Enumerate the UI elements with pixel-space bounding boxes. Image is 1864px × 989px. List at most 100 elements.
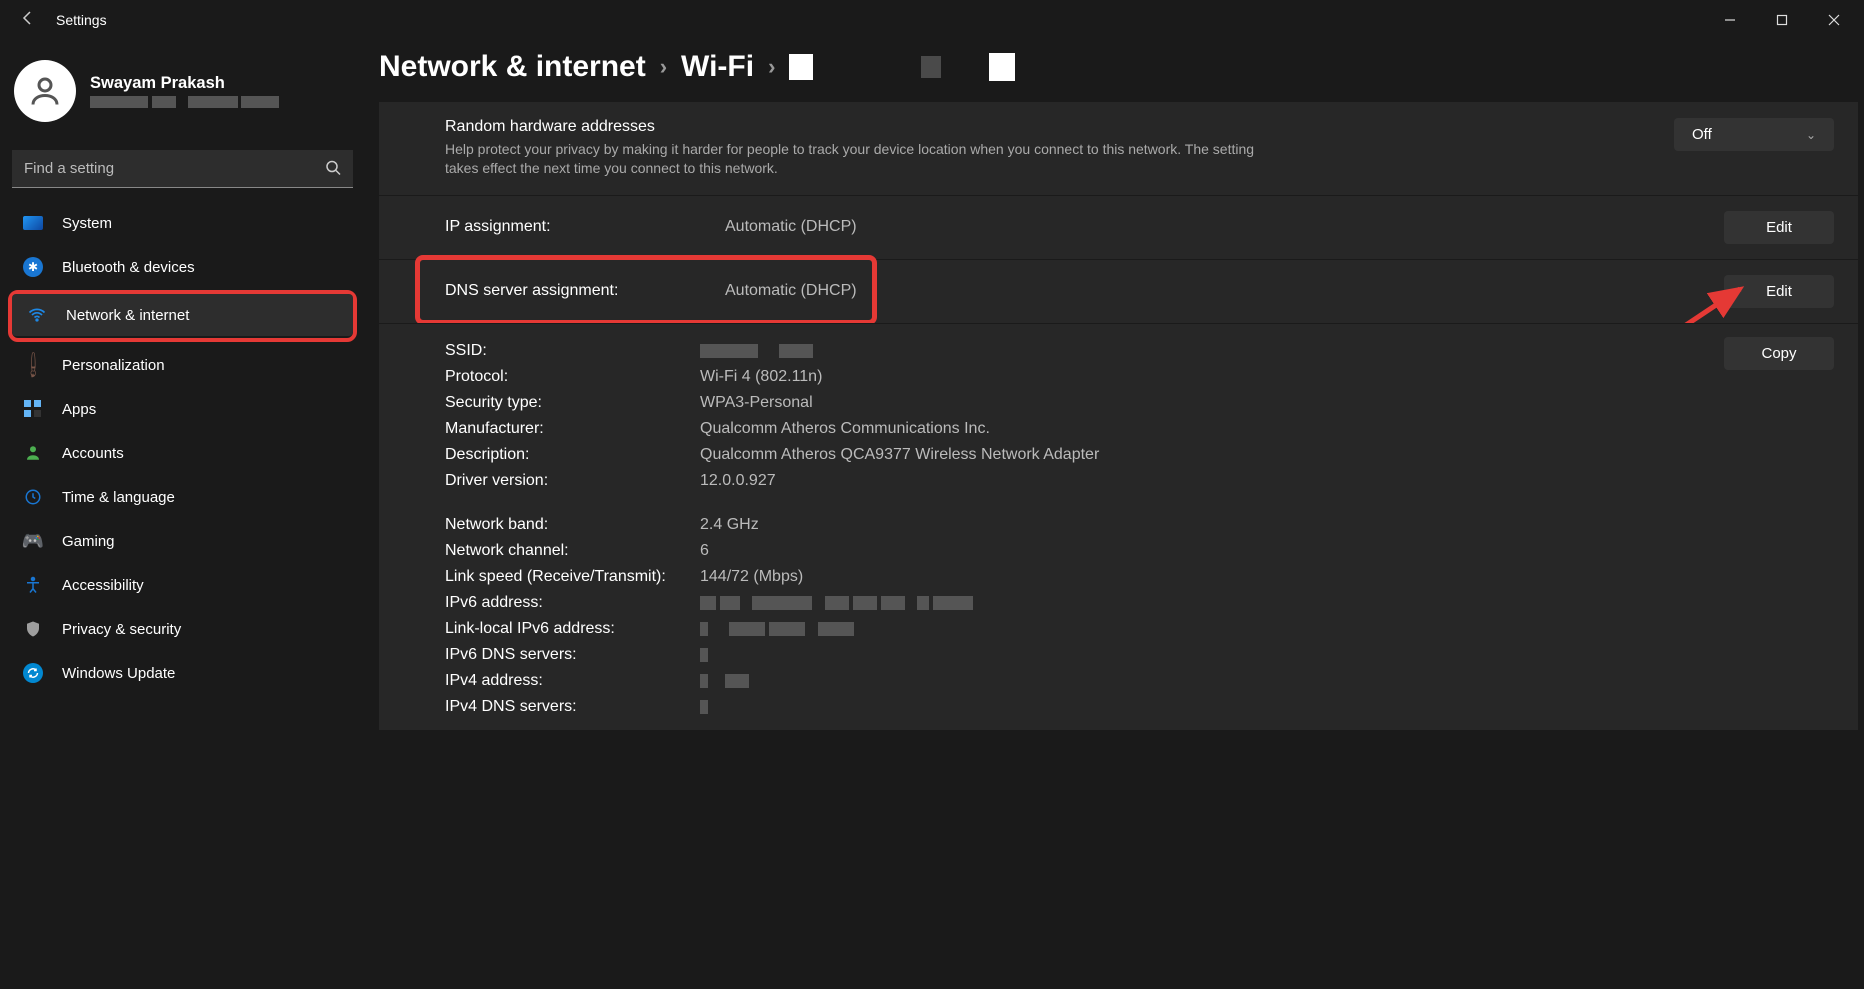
network-properties: SSID: Protocol:Wi-Fi 4 (802.11n) Securit… (379, 323, 1858, 730)
channel-label: Network channel: (445, 542, 700, 560)
sidebar-item-personalization[interactable]: 🖌 Personalization (8, 344, 357, 386)
main-content: Network & internet › Wi-Fi › Random hard… (365, 40, 1864, 989)
manufacturer-label: Manufacturer: (445, 420, 700, 438)
back-button[interactable] (16, 6, 40, 35)
ip-value: Automatic (DHCP) (725, 218, 857, 236)
ip-label: IP assignment: (445, 218, 685, 236)
breadcrumb: Network & internet › Wi-Fi › (379, 50, 1858, 84)
llipv6-value (700, 620, 854, 638)
random-hw-desc: Help protect your privacy by making it h… (445, 140, 1265, 179)
manufacturer-value: Qualcomm Atheros Communications Inc. (700, 420, 990, 438)
sidebar-item-apps[interactable]: Apps (8, 388, 357, 430)
chevron-down-icon: ⌄ (1806, 128, 1816, 142)
ipv4dns-label: IPv4 DNS servers: (445, 698, 700, 716)
sidebar-item-bluetooth[interactable]: ✱ Bluetooth & devices (8, 246, 357, 288)
sidebar-item-label: Apps (62, 401, 96, 418)
ssid-label: SSID: (445, 342, 700, 360)
accessibility-icon (22, 574, 44, 596)
paintbrush-icon: 🖌 (17, 349, 48, 380)
band-label: Network band: (445, 516, 700, 534)
ipv6-value (700, 594, 973, 612)
copy-button[interactable]: Copy (1724, 337, 1834, 370)
search-icon (325, 160, 341, 179)
redacted-block (921, 56, 941, 78)
random-hw-title: Random hardware addresses (445, 118, 1265, 136)
apps-icon (22, 398, 44, 420)
profile-name: Swayam Prakash (90, 74, 279, 93)
search-box[interactable] (12, 150, 353, 188)
ssid-value (700, 342, 813, 360)
app-title: Settings (56, 12, 107, 28)
sidebar-item-label: Windows Update (62, 665, 175, 682)
breadcrumb-wifi[interactable]: Wi-Fi (681, 50, 754, 84)
edit-ip-button[interactable]: Edit (1724, 211, 1834, 244)
ipv4dns-value (700, 698, 708, 716)
settings-panel: Random hardware addresses Help protect y… (379, 102, 1858, 730)
sidebar-item-accessibility[interactable]: Accessibility (8, 564, 357, 606)
redacted-breadcrumb (789, 54, 813, 80)
security-value: WPA3-Personal (700, 394, 813, 412)
sidebar-item-label: Privacy & security (62, 621, 181, 638)
sidebar-item-label: Network & internet (66, 307, 189, 324)
sidebar-item-label: Accounts (62, 445, 124, 462)
shield-icon (22, 618, 44, 640)
random-hw-dropdown[interactable]: Off ⌄ (1674, 118, 1834, 151)
llipv6-label: Link-local IPv6 address: (445, 620, 700, 638)
profile-email (90, 93, 279, 109)
speed-value: 144/72 (Mbps) (700, 568, 803, 586)
clock-icon (22, 486, 44, 508)
ipv6dns-value (700, 646, 708, 664)
protocol-value: Wi-Fi 4 (802.11n) (700, 368, 822, 386)
nav-list: System ✱ Bluetooth & devices Network & i… (8, 202, 357, 694)
maximize-button[interactable] (1760, 4, 1804, 36)
band-value: 2.4 GHz (700, 516, 759, 534)
search-input[interactable] (12, 150, 353, 188)
ipv4-value (700, 672, 749, 690)
chevron-right-icon: › (660, 54, 667, 80)
bluetooth-icon: ✱ (22, 256, 44, 278)
ipv6dns-label: IPv6 DNS servers: (445, 646, 700, 664)
gamepad-icon: 🎮 (22, 530, 44, 552)
sidebar-item-time[interactable]: Time & language (8, 476, 357, 518)
sidebar-item-label: Personalization (62, 357, 165, 374)
sidebar-item-label: Gaming (62, 533, 115, 550)
random-hardware-card: Random hardware addresses Help protect y… (379, 102, 1858, 195)
chevron-right-icon: › (768, 54, 775, 80)
sidebar-item-accounts[interactable]: Accounts (8, 432, 357, 474)
wifi-icon (26, 304, 48, 326)
profile-section[interactable]: Swayam Prakash (8, 56, 357, 134)
titlebar: Settings (0, 0, 1864, 40)
sidebar-item-label: Accessibility (62, 577, 144, 594)
ipv6-label: IPv6 address: (445, 594, 700, 612)
ip-assignment-row: IP assignment: Automatic (DHCP) Edit (379, 195, 1858, 259)
breadcrumb-root[interactable]: Network & internet (379, 50, 646, 84)
nav-highlight-annotation: Network & internet (8, 290, 357, 342)
security-label: Security type: (445, 394, 700, 412)
sidebar-item-update[interactable]: Windows Update (8, 652, 357, 694)
sidebar-item-system[interactable]: System (8, 202, 357, 244)
avatar (14, 60, 76, 122)
description-label: Description: (445, 446, 700, 464)
dropdown-value: Off (1692, 126, 1712, 143)
description-value: Qualcomm Atheros QCA9377 Wireless Networ… (700, 446, 1099, 464)
driver-value: 12.0.0.927 (700, 472, 776, 490)
redacted-block (989, 53, 1015, 81)
sidebar: Swayam Prakash System ✱ Bluetooth & devi… (0, 40, 365, 989)
protocol-label: Protocol: (445, 368, 700, 386)
update-icon (22, 662, 44, 684)
edit-dns-button[interactable]: Edit (1724, 275, 1834, 308)
ipv4-label: IPv4 address: (445, 672, 700, 690)
driver-label: Driver version: (445, 472, 700, 490)
speed-label: Link speed (Receive/Transmit): (445, 568, 700, 586)
sidebar-item-privacy[interactable]: Privacy & security (8, 608, 357, 650)
dns-assignment-row: DNS server assignment: Automatic (DHCP) … (379, 259, 1858, 323)
minimize-button[interactable] (1708, 4, 1752, 36)
person-icon (22, 442, 44, 464)
sidebar-item-network[interactable]: Network & internet (12, 294, 353, 336)
channel-value: 6 (700, 542, 709, 560)
system-icon (22, 212, 44, 234)
sidebar-item-gaming[interactable]: 🎮 Gaming (8, 520, 357, 562)
sidebar-item-label: Time & language (62, 489, 175, 506)
close-button[interactable] (1812, 4, 1856, 36)
sidebar-item-label: System (62, 215, 112, 232)
